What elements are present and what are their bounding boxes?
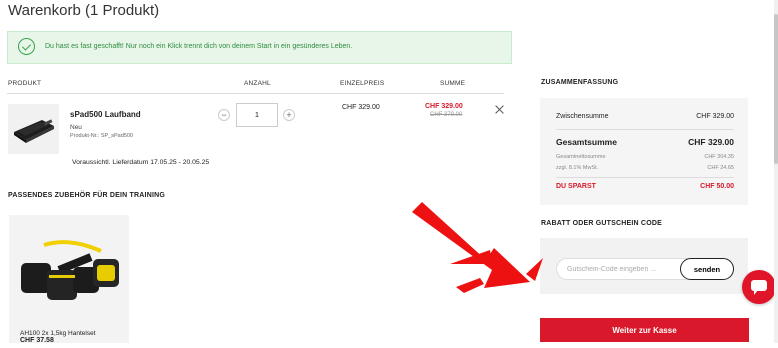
column-header-quantity: ANZAHL (244, 80, 271, 87)
decrease-quantity-button[interactable]: − (218, 109, 230, 121)
accessory-name[interactable]: AH100 2x 1,5kg Hantelset (20, 330, 96, 337)
scrollbar-thumb[interactable] (774, 14, 778, 164)
unit-price: CHF 329.00 (342, 104, 380, 111)
total-row: Gesamtsumme CHF 329.00 (556, 137, 734, 147)
product-image[interactable] (8, 104, 59, 154)
summary-divider (556, 129, 734, 130)
chat-button[interactable] (742, 270, 776, 304)
savings-label: DU SPARST (556, 183, 596, 190)
accessory-card[interactable] (9, 215, 129, 343)
chat-icon (751, 280, 767, 295)
success-alert: Du hast es fast geschafft! Nur noch ein … (7, 31, 512, 64)
product-name[interactable]: sPad500 Laufband (70, 110, 141, 119)
delivery-date: Voraussichtl. Lieferdatum 17.05.25 - 20.… (72, 159, 210, 166)
arrow-icon (412, 202, 543, 293)
page-title: Warenkorb (1 Produkt) (8, 2, 160, 19)
column-header-unit-price: EINZELPREIS (340, 80, 385, 87)
subtotal-value: CHF 329.00 (696, 113, 734, 120)
dumbbell-image (21, 240, 119, 300)
subtotal-label: Zwischensumme (556, 113, 609, 120)
item-sum: CHF 329.00 (425, 103, 463, 110)
checkout-button[interactable]: Weiter zur Kasse (540, 318, 749, 342)
coupon-input[interactable] (567, 263, 677, 275)
column-header-sum: SUMME (440, 80, 466, 87)
quantity-input[interactable]: 1 (236, 103, 278, 127)
table-divider (7, 93, 504, 94)
product-condition: Neu (70, 124, 82, 131)
check-circle-icon (18, 38, 35, 55)
total-label: Gesamtsumme (556, 137, 617, 147)
send-coupon-button[interactable]: senden (680, 258, 734, 280)
total-value: CHF 329.00 (688, 137, 734, 147)
vat-label: zzgl. 8.1% MwSt. (556, 165, 599, 171)
product-number: Produkt-Nr.: SP_sPad500 (70, 133, 133, 139)
summary-title: ZUSAMMENFASSUNG (541, 79, 619, 86)
alert-message: Du hast es fast geschafft! Nur noch ein … (45, 43, 353, 50)
coupon-title: RABATT ODER GUTSCHEIN CODE (541, 220, 662, 227)
column-header-product: PRODUKT (8, 80, 42, 87)
subtotal-row: Zwischensumme CHF 329.00 (556, 113, 734, 120)
net-row: Gesamtnettosumme CHF 304.35 (556, 154, 734, 160)
savings-value: CHF 50.00 (700, 183, 734, 190)
item-old-sum: CHF 379.00 (430, 112, 463, 118)
net-label: Gesamtnettosumme (556, 154, 606, 160)
summary-divider (556, 177, 734, 178)
coupon-field: senden (556, 258, 734, 280)
savings-row: DU SPARST CHF 50.00 (556, 183, 734, 190)
coupon-box: senden (540, 238, 748, 294)
vat-value: CHF 24.65 (707, 165, 734, 171)
net-value: CHF 304.35 (704, 154, 734, 160)
increase-quantity-button[interactable]: + (283, 109, 295, 121)
vat-row: zzgl. 8.1% MwSt. CHF 24.65 (556, 165, 734, 171)
accessories-title: PASSENDES ZUBEHÖR FÜR DEIN TRAINING (8, 192, 165, 199)
summary-box: Zwischensumme CHF 329.00 Gesamtsumme CHF… (540, 98, 748, 205)
remove-item-close-icon[interactable] (494, 104, 504, 114)
